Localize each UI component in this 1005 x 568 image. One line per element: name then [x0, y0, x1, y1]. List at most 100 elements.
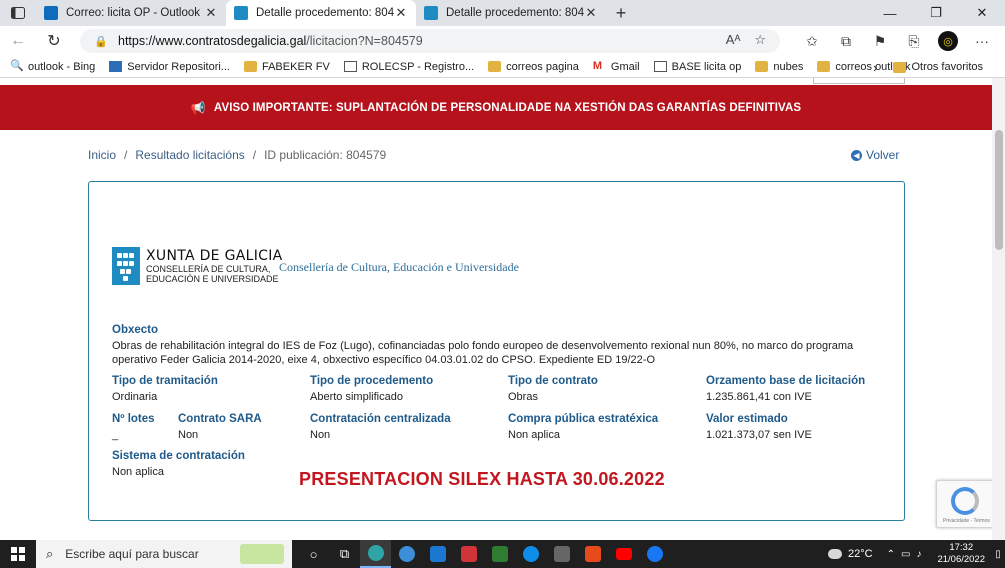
read-aloud-icon[interactable]: Aᴬ	[726, 32, 741, 48]
bookmark-fabeker[interactable]: FABEKER FV	[243, 61, 330, 73]
valor-estimado-value: 1.021.373,07 sen IVE	[706, 429, 812, 441]
recaptcha-links[interactable]: Privacidade - Termos	[943, 518, 990, 524]
folder-icon	[243, 61, 257, 72]
scroll-thumb[interactable]	[995, 130, 1003, 250]
chevron-right-icon[interactable]: ›	[873, 60, 877, 75]
tab-actions-icon[interactable]	[0, 0, 36, 26]
start-button[interactable]	[0, 540, 36, 568]
network-icon	[429, 546, 446, 562]
taskbar-apps: ○ ⧉	[298, 540, 670, 568]
teamviewer-icon	[522, 546, 539, 562]
compra-publica-label: Compra pública estratéxica	[508, 413, 659, 425]
screenshot-icon[interactable]: ⎘	[897, 33, 931, 50]
breadcrumb-home[interactable]: Inicio	[88, 148, 116, 162]
cube-app-icon[interactable]	[453, 540, 484, 568]
mail-app-icon[interactable]	[546, 540, 577, 568]
collections-icon[interactable]: ⧉	[829, 33, 863, 50]
clock[interactable]: 17:32 21/06/2022	[937, 542, 985, 566]
omnibox-actions: Aᴬ ☆	[726, 32, 766, 48]
tab-outlook[interactable]: Correo: licita OP - Outlook ✕	[36, 0, 226, 26]
facebook-icon	[646, 546, 663, 562]
favorites-icon[interactable]: ✩	[795, 33, 829, 50]
temperature: 22°C	[848, 548, 873, 560]
contrato-sara-label: Contrato SARA	[178, 413, 262, 425]
bookmark-base-licita[interactable]: BASE licita op	[653, 61, 741, 73]
orzamento-value: 1.235.861,41 con IVE	[706, 391, 812, 403]
back-link[interactable]: ◀ Volver	[851, 148, 899, 162]
alert-banner[interactable]: 📢 AVISO IMPORTANTE: SUPLANTACIÓN DE PERS…	[0, 85, 992, 130]
notifications-icon[interactable]: ▯	[991, 540, 1005, 568]
back-arrow-icon[interactable]: ←	[0, 26, 36, 56]
bookmark-outlook-bing[interactable]: 🔍 outlook - Bing	[10, 61, 95, 73]
project-app-icon[interactable]	[484, 540, 515, 568]
extensions-icon[interactable]: ⚑	[863, 33, 897, 50]
valor-estimado-label: Valor estimado	[706, 413, 788, 425]
tab-actions-icon-svg	[11, 7, 25, 19]
tipo-tramitacion-label: Tipo de tramitación	[112, 375, 218, 387]
profile-icon: ◎	[938, 31, 958, 51]
project-icon	[491, 546, 508, 562]
page-scrollbar[interactable]	[992, 78, 1005, 540]
header-button-fragment[interactable]	[813, 78, 905, 84]
new-tab-button[interactable]: +	[606, 0, 636, 26]
m-icon	[553, 546, 570, 562]
breadcrumb-results[interactable]: Resultado licitacións	[135, 148, 244, 162]
bookmark-other-favorites[interactable]: Otros favoritos	[893, 61, 983, 73]
restore-icon[interactable]: ❐	[913, 0, 959, 26]
bookmark-label: correos pagina	[506, 60, 579, 73]
onedrive-app-icon[interactable]	[391, 540, 422, 568]
clock-time: 17:32	[949, 542, 974, 553]
header-strip	[0, 78, 992, 85]
bookmark-gmail[interactable]: M Gmail	[593, 61, 640, 73]
tab-bar: Correo: licita OP - Outlook ✕ Detalle pr…	[0, 0, 1005, 26]
taskbar-search-input[interactable]: ⌕ Escribe aquí para buscar	[36, 540, 292, 568]
recaptcha-badge[interactable]: Privacidade - Termos	[936, 480, 998, 528]
youtube-icon	[615, 548, 632, 560]
url-text: https://www.contratosdegalicia.gal/licit…	[118, 34, 423, 48]
profile-avatar[interactable]: ◎	[931, 31, 965, 51]
contratos-galicia-icon	[234, 6, 248, 20]
folder-icon	[755, 61, 769, 72]
refresh-icon[interactable]: ↻	[36, 26, 72, 56]
bookmarks-bar: 🔍 outlook - Bing Servidor Repositori... F…	[0, 56, 1005, 78]
edge-app-icon[interactable]	[360, 540, 391, 568]
cortana-icon[interactable]: ○	[298, 540, 329, 568]
back-label: Volver	[866, 148, 900, 162]
youtube-app-icon[interactable]	[608, 540, 639, 568]
tray-icons[interactable]: ⌃▭♪	[887, 549, 928, 560]
office-app-icon[interactable]	[577, 540, 608, 568]
system-tray: 22°C ⌃▭♪ 17:32 21/06/2022 ▯	[828, 540, 1005, 568]
close-window-icon[interactable]: ✕	[959, 0, 1005, 26]
bookmark-rolecsp[interactable]: ROLECSP - Registro...	[343, 61, 474, 73]
close-icon[interactable]: ✕	[394, 5, 408, 21]
address-bar: ← ↻ 🔒 https://www.contratosdegalicia.gal…	[0, 26, 1005, 56]
close-icon[interactable]: ✕	[204, 5, 218, 21]
centralizada-value: Non	[310, 429, 331, 441]
close-icon[interactable]: ✕	[584, 5, 598, 21]
teamviewer-app-icon[interactable]	[515, 540, 546, 568]
tipo-tramitacion-value: Ordinaria	[112, 391, 158, 403]
tab-detalle-804579[interactable]: Detalle procedemento: 804579 - ✕	[226, 0, 416, 26]
task-view-icon[interactable]: ⧉	[329, 540, 360, 568]
lock-icon: 🔒	[94, 35, 108, 48]
network-app-icon[interactable]	[422, 540, 453, 568]
logo-text: XUNTA DE GALICIA CONSELLERÍA DE CULTURA,…	[146, 248, 283, 284]
sistema-value: Non aplica	[112, 466, 164, 478]
logo-title: XUNTA DE GALICIA	[146, 248, 283, 264]
facebook-app-icon[interactable]	[639, 540, 670, 568]
office-icon	[584, 546, 601, 562]
breadcrumb-separator: /	[252, 148, 257, 162]
url-input[interactable]: 🔒 https://www.contratosdegalicia.gal/lic…	[80, 29, 780, 53]
more-menu-icon[interactable]: ···	[965, 33, 999, 49]
minimize-icon[interactable]: —	[867, 0, 913, 26]
weather-widget[interactable]: 22°C	[828, 548, 873, 560]
cloud-icon	[398, 546, 415, 562]
bookmark-correos-pagina[interactable]: correos pagina	[488, 61, 579, 73]
tab-detalle-804715[interactable]: Detalle procedemento: 804715 - ✕	[416, 0, 606, 26]
document-icon	[343, 61, 357, 72]
bookmark-servidor[interactable]: Servidor Repositori...	[109, 61, 230, 73]
add-favorite-icon[interactable]: ☆	[754, 32, 766, 48]
procedure-detail-card: XUNTA DE GALICIA CONSELLERÍA DE CULTURA,…	[88, 181, 905, 521]
orzamento-label: Orzamento base de licitación	[706, 375, 866, 387]
bookmark-nubes[interactable]: nubes	[755, 61, 803, 73]
